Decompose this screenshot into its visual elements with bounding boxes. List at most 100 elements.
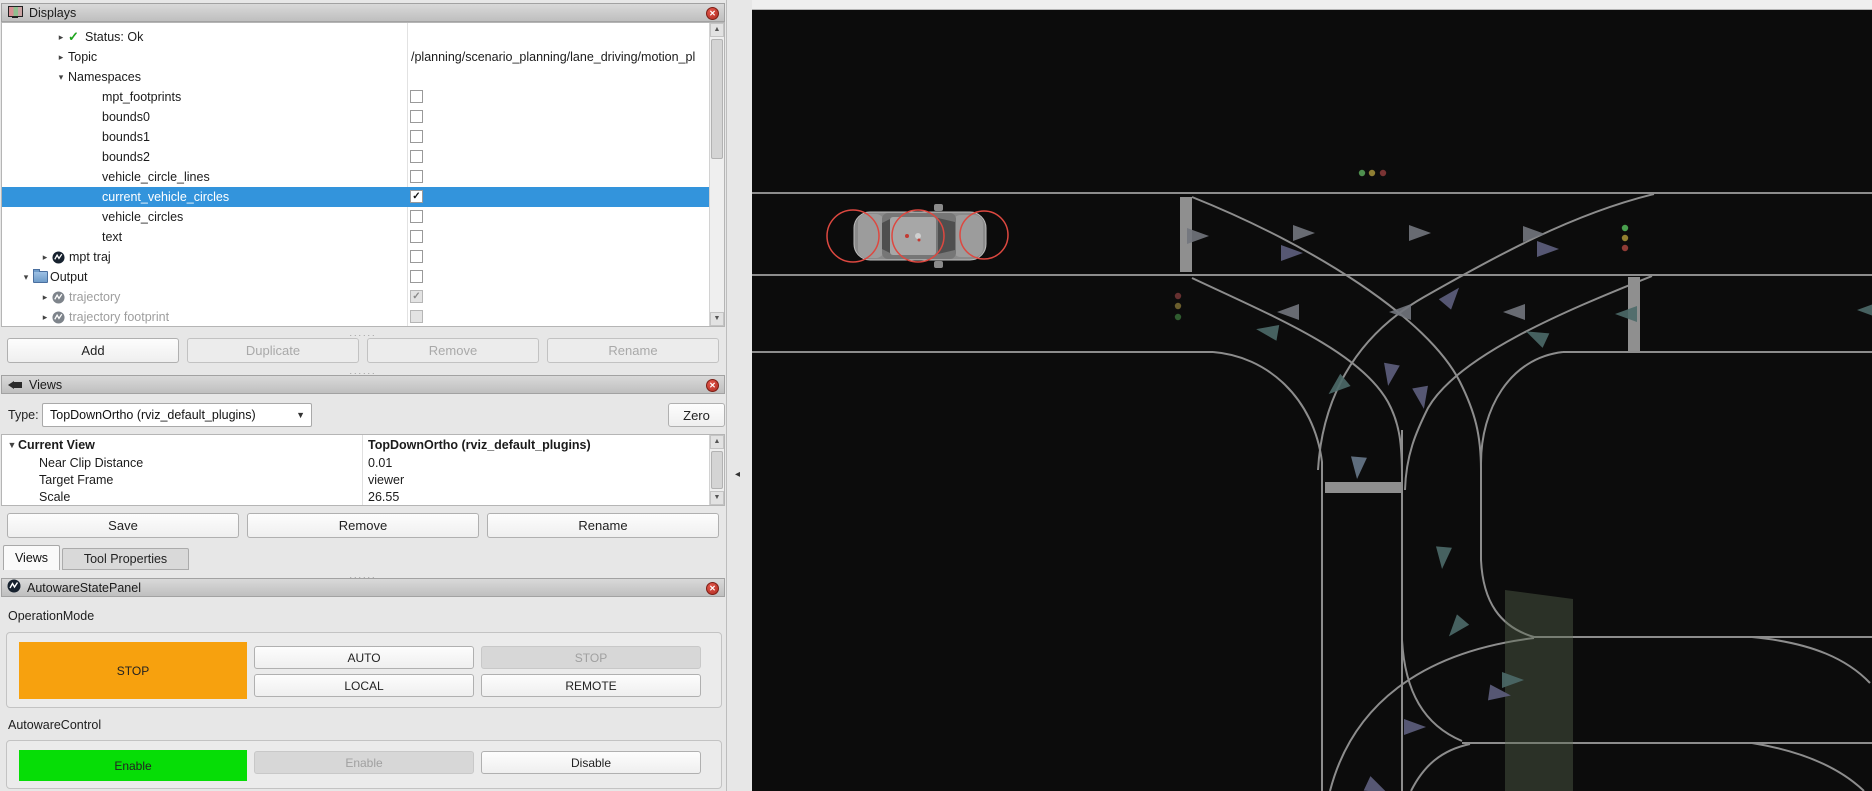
- traffic-light-dot: [1622, 235, 1628, 241]
- 3d-viewport[interactable]: [752, 0, 1872, 791]
- panel-collapse-handle[interactable]: ◂: [735, 469, 740, 480]
- splitter-handle[interactable]: ......: [0, 330, 726, 336]
- tree-row-current-vehicle-circles[interactable]: current_vehicle_circles✓: [2, 187, 709, 207]
- chevron-collapsed-icon[interactable]: ▸: [38, 252, 52, 263]
- viewport-canvas[interactable]: [752, 0, 1872, 791]
- tree-row-label: trajectory footprint: [69, 310, 169, 324]
- scroll-down-icon[interactable]: ▼: [710, 312, 724, 326]
- lane-arrow: [1255, 321, 1279, 341]
- lane-arrow: [1293, 225, 1315, 241]
- chevron-collapsed-icon[interactable]: ▸: [38, 312, 52, 323]
- view-type-value: TopDownOrtho (rviz_default_plugins): [50, 408, 256, 422]
- disable-button[interactable]: Disable: [481, 751, 701, 774]
- lane-arrow: [1404, 719, 1426, 735]
- lane-arrow: [1503, 304, 1525, 320]
- rename-button[interactable]: Rename: [547, 338, 719, 363]
- current-view-properties[interactable]: ▼ Current View TopDownOrtho (rviz_defaul…: [1, 434, 725, 506]
- chevron-expanded-icon[interactable]: ▼: [6, 440, 18, 450]
- duplicate-button[interactable]: Duplicate: [187, 338, 359, 363]
- chevron-collapsed-icon[interactable]: ▸: [54, 52, 68, 63]
- autoware-panel-titlebar[interactable]: AutowareStatePanel ✕: [1, 578, 725, 597]
- scrollbar-thumb[interactable]: [711, 451, 723, 489]
- visibility-checkbox[interactable]: [410, 170, 423, 183]
- tree-row-trajectory-footprint[interactable]: ▸ trajectory footprint: [2, 307, 709, 327]
- local-button[interactable]: LOCAL: [254, 674, 474, 697]
- properties-scrollbar[interactable]: ▲ ▼: [709, 435, 724, 505]
- tree-row-label: bounds1: [102, 130, 150, 144]
- tree-row-bounds2[interactable]: bounds2: [2, 147, 709, 167]
- tree-row-topic[interactable]: ▸Topic/planning/scenario_planning/lane_d…: [2, 47, 709, 67]
- current-view-header[interactable]: ▼ Current View TopDownOrtho (rviz_defaul…: [2, 435, 724, 454]
- property-value[interactable]: 0.01: [368, 456, 392, 470]
- chevron-expanded-icon[interactable]: ▾: [19, 272, 33, 283]
- property-value[interactable]: 26.55: [368, 490, 399, 504]
- chevron-collapsed-icon[interactable]: ▸: [38, 292, 52, 303]
- tab-views[interactable]: Views: [3, 545, 60, 570]
- views-panel-titlebar[interactable]: Views ✕: [1, 375, 725, 394]
- scrollbar-thumb[interactable]: [711, 39, 723, 159]
- visibility-checkbox[interactable]: [410, 270, 423, 283]
- tab-tool-properties[interactable]: Tool Properties: [62, 548, 189, 570]
- tree-row-text[interactable]: text: [2, 227, 709, 247]
- visibility-checkbox[interactable]: [410, 110, 423, 123]
- chevron-collapsed-icon[interactable]: ▸: [54, 32, 68, 43]
- displays-panel-titlebar[interactable]: Displays ✕: [1, 3, 725, 22]
- tree-row-mpt-traj[interactable]: ▸mpt traj: [2, 247, 709, 267]
- close-icon[interactable]: ✕: [706, 7, 719, 20]
- visibility-checkbox[interactable]: ✓: [410, 290, 423, 303]
- visibility-checkbox[interactable]: [410, 310, 423, 323]
- remove-button[interactable]: Remove: [247, 513, 479, 538]
- view-type-dropdown[interactable]: TopDownOrtho (rviz_default_plugins) ▼: [42, 403, 312, 427]
- rename-button[interactable]: Rename: [487, 513, 719, 538]
- property-row-near-clip-distance[interactable]: Near Clip Distance0.01: [2, 454, 724, 471]
- lane-arrow: [1523, 324, 1550, 348]
- visibility-checkbox[interactable]: ✓: [410, 190, 423, 203]
- tree-row-label: vehicle_circles: [102, 210, 183, 224]
- stop-button[interactable]: STOP: [481, 646, 701, 669]
- tree-row-status-ok[interactable]: ▸✓Status: Ok: [2, 27, 709, 47]
- autoware-icon: [52, 251, 69, 264]
- tree-row-bounds0[interactable]: bounds0: [2, 107, 709, 127]
- tree-row-namespaces[interactable]: ▾Namespaces: [2, 67, 709, 87]
- tree-row-bounds1[interactable]: bounds1: [2, 127, 709, 147]
- tree-row-mpt-footprints[interactable]: mpt_footprints: [2, 87, 709, 107]
- auto-button[interactable]: AUTO: [254, 646, 474, 669]
- save-button[interactable]: Save: [7, 513, 239, 538]
- tree-row-value[interactable]: /planning/scenario_planning/lane_driving…: [411, 47, 695, 67]
- close-icon[interactable]: ✕: [706, 582, 719, 595]
- splitter-handle[interactable]: ......: [0, 368, 726, 374]
- displays-tree[interactable]: ▸✓Status: Ok▸Topic/planning/scenario_pla…: [1, 22, 725, 327]
- close-icon[interactable]: ✕: [706, 379, 719, 392]
- displays-scrollbar[interactable]: ▲ ▼: [709, 23, 724, 326]
- visibility-checkbox[interactable]: [410, 150, 423, 163]
- scroll-up-icon[interactable]: ▲: [710, 23, 724, 37]
- visibility-checkbox[interactable]: [410, 90, 423, 103]
- add-button[interactable]: Add: [7, 338, 179, 363]
- scroll-down-icon[interactable]: ▼: [710, 491, 724, 505]
- lane-arrow: [1443, 614, 1469, 641]
- tree-row-vehicle-circles[interactable]: vehicle_circles: [2, 207, 709, 227]
- tree-row-output[interactable]: ▾Output: [2, 267, 709, 287]
- visibility-checkbox[interactable]: [410, 210, 423, 223]
- traffic-light-dot: [1622, 225, 1628, 231]
- lane-arrow: [1434, 546, 1452, 569]
- remote-button[interactable]: REMOTE: [481, 674, 701, 697]
- autoware-panel-title: AutowareStatePanel: [27, 581, 141, 595]
- lane-arrow: [1409, 225, 1431, 241]
- autoware-icon: [52, 311, 69, 324]
- visibility-checkbox[interactable]: [410, 250, 423, 263]
- property-row-scale[interactable]: Scale26.55: [2, 488, 724, 505]
- property-value[interactable]: viewer: [368, 473, 404, 487]
- remove-button[interactable]: Remove: [367, 338, 539, 363]
- zero-button[interactable]: Zero: [668, 403, 725, 427]
- chevron-expanded-icon[interactable]: ▾: [54, 72, 68, 83]
- tree-row-trajectory[interactable]: ▸trajectory✓: [2, 287, 709, 307]
- visibility-checkbox[interactable]: [410, 230, 423, 243]
- tree-row-vehicle-circle-lines[interactable]: vehicle_circle_lines: [2, 167, 709, 187]
- traffic-light-dot: [1359, 170, 1365, 176]
- enable-button[interactable]: Enable: [254, 751, 474, 774]
- property-row-target-frame[interactable]: Target Frameviewer: [2, 471, 724, 488]
- traffic-light-dot: [1380, 170, 1386, 176]
- scroll-up-icon[interactable]: ▲: [710, 435, 724, 449]
- visibility-checkbox[interactable]: [410, 130, 423, 143]
